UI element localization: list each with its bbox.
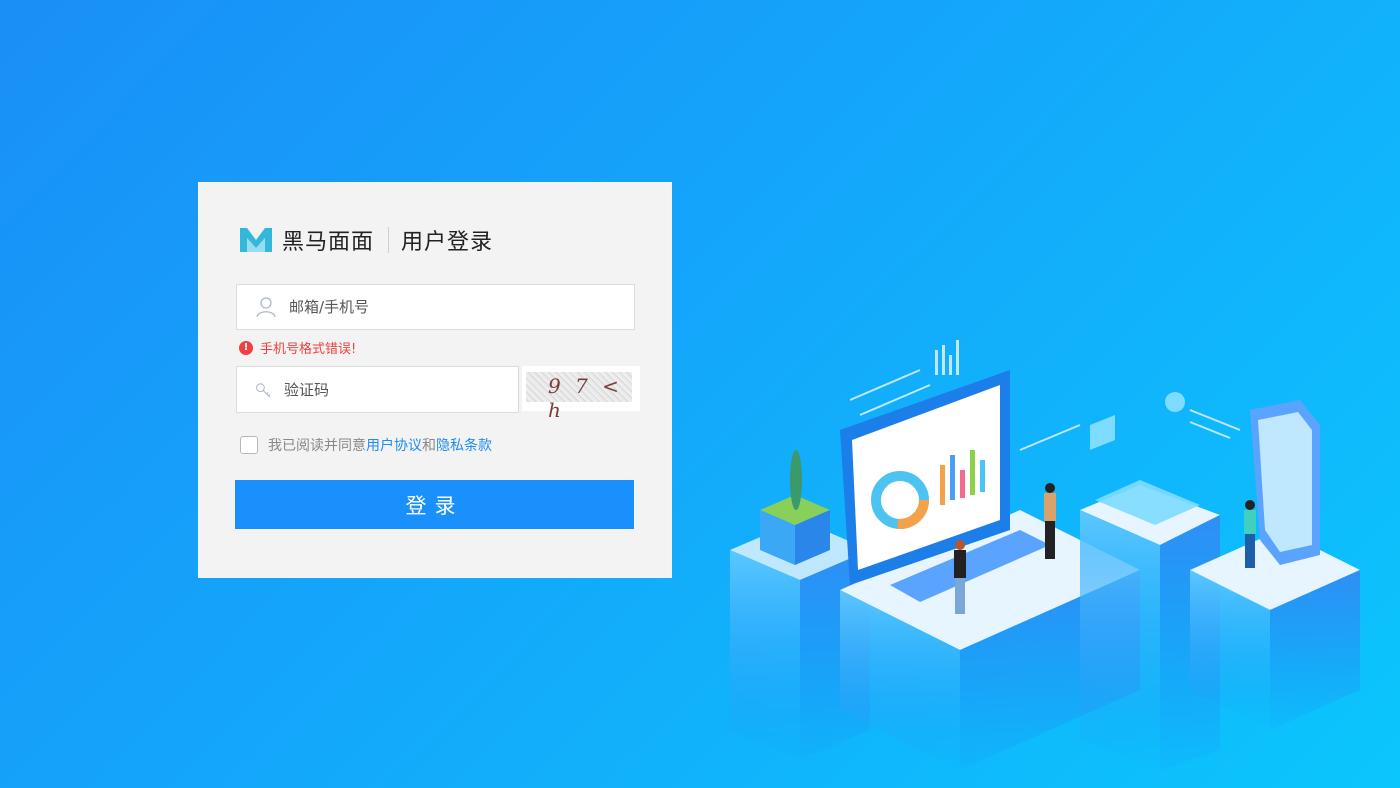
account-error-text: 手机号格式错误! xyxy=(260,342,357,357)
agreement: 我已阅读并同意 用户协议 和 隐私条款 xyxy=(240,435,492,455)
illustration-image xyxy=(730,340,1360,770)
code-input[interactable] xyxy=(282,379,518,400)
user-icon xyxy=(256,297,276,318)
code-field[interactable] xyxy=(236,366,519,413)
login-card: 黑马面面 用户登录 ! 手机号格式错误! 9 7 < h 我已阅读并同意 用户协… xyxy=(198,182,672,578)
privacy-link[interactable]: 隐私条款 xyxy=(436,435,492,455)
account-field[interactable] xyxy=(236,284,635,330)
captcha-noise: 9 7 < h xyxy=(526,372,632,422)
terms-link[interactable]: 用户协议 xyxy=(366,435,422,455)
brand-header: 黑马面面 用户登录 xyxy=(240,222,493,258)
captcha-text: 9 7 < h xyxy=(548,374,623,422)
captcha-image[interactable]: 9 7 < h xyxy=(522,366,640,422)
page-title: 用户登录 xyxy=(401,230,494,255)
key-icon xyxy=(256,382,271,397)
agreement-prefix: 我已阅读并同意 xyxy=(268,438,366,454)
login-button[interactable]: 登录 xyxy=(235,480,634,529)
brand-name: 黑马面面 xyxy=(282,230,375,255)
error-icon: ! xyxy=(239,340,253,355)
brand-divider xyxy=(388,227,390,253)
logo-icon xyxy=(240,228,272,252)
agree-checkbox[interactable] xyxy=(240,436,258,454)
account-input[interactable] xyxy=(287,297,591,317)
account-error: ! 手机号格式错误! xyxy=(239,338,356,357)
agreement-and: 和 xyxy=(422,438,436,454)
